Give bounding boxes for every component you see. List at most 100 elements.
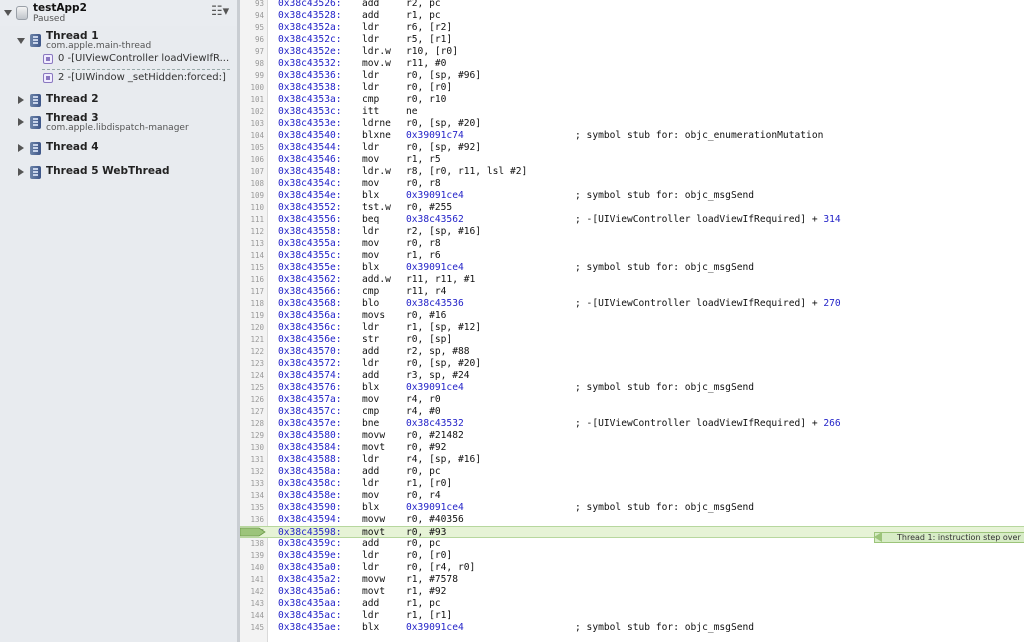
- comment-text: ; symbol stub for: objc_enumerationMutat…: [575, 130, 824, 141]
- instruction-row[interactable]: 132 0x38c4358a: add r0, pc: [240, 466, 1024, 478]
- branch-target: 0x39091ce4: [406, 262, 464, 273]
- line-number: 93: [254, 0, 264, 8]
- line-number: 134: [250, 491, 264, 500]
- instruction-operands: r0, r8: [406, 238, 441, 250]
- instruction-row[interactable]: 120 0x38c4356c: ldr r1, [sp, #12]: [240, 322, 1024, 334]
- instruction-mnemonic: ldr: [362, 562, 380, 573]
- instruction-row[interactable]: 121 0x38c4356e: str r0, [sp]: [240, 334, 1024, 346]
- stack-frame-0[interactable]: 0 -[UIViewController loadViewIfR...: [42, 52, 234, 68]
- instruction-row[interactable]: 94 0x38c43528: add r1, pc: [240, 10, 1024, 22]
- instruction-row[interactable]: 96 0x38c4352c: ldr r5, [r1]: [240, 34, 1024, 46]
- instruction-row[interactable]: 118 0x38c43568: blo 0x38c43536 ; -[UIViewCon…: [240, 298, 1024, 310]
- thread-filter-icon[interactable]: ☷▾: [211, 5, 229, 19]
- instruction-row[interactable]: 111 0x38c43556: beq 0x38c43562 ; -[UIViewCon…: [240, 214, 1024, 226]
- disclosure-closed-icon[interactable]: [18, 96, 24, 104]
- operands-text: r0, [sp, #20]: [406, 358, 482, 369]
- instruction-row[interactable]: 139 0x38c4359e: ldr r0, [r0]: [240, 550, 1024, 562]
- disassembly-editor[interactable]: 93 0x38c43526: add r2, pc 94 0x38c43528: add r1…: [240, 0, 1024, 642]
- instruction-row[interactable]: 124 0x38c43574: add r3, sp, #24: [240, 370, 1024, 382]
- instruction-row[interactable]: 105 0x38c43544: ldr r0, [sp, #92]: [240, 142, 1024, 154]
- instruction-row[interactable]: 107 0x38c43548: ldr.w r8, [r0, r11, lsl #2]: [240, 166, 1024, 178]
- instruction-comment: ; symbol stub for: objc_msgSend: [575, 382, 754, 394]
- line-number: 132: [250, 467, 264, 476]
- instruction-row[interactable]: 129 0x38c43580: movw r0, #21482: [240, 430, 1024, 442]
- instruction-row[interactable]: 122 0x38c43570: add r2, sp, #88: [240, 346, 1024, 358]
- instruction-row[interactable]: 103 0x38c4353e: ldrne r0, [sp, #20]: [240, 118, 1024, 130]
- operands-text: r1, [r1]: [406, 610, 453, 621]
- disclosure-closed-icon[interactable]: [18, 118, 24, 126]
- instruction-row[interactable]: 145 0x38c435ae: blx 0x39091ce4 ; symbol stub…: [240, 622, 1024, 634]
- instruction-row[interactable]: 114 0x38c4355c: mov r1, r6: [240, 250, 1024, 262]
- instruction-row[interactable]: 93 0x38c43526: add r2, pc: [240, 0, 1024, 10]
- operands-text: r0, r8: [406, 178, 441, 189]
- instruction-row[interactable]: 110 0x38c43552: tst.w r0, #255: [240, 202, 1024, 214]
- instruction-row[interactable]: 99 0x38c43536: ldr r0, [sp, #96]: [240, 70, 1024, 82]
- instruction-row[interactable]: 108 0x38c4354c: mov r0, r8: [240, 178, 1024, 190]
- line-number: 122: [250, 347, 264, 356]
- instruction-row[interactable]: 117 0x38c43566: cmp r11, r4: [240, 286, 1024, 298]
- instruction-row[interactable]: 119 0x38c4356a: movs r0, #16: [240, 310, 1024, 322]
- instruction-row[interactable]: 133 0x38c4358c: ldr r1, [r0]: [240, 478, 1024, 490]
- line-number: 101: [250, 95, 264, 104]
- instruction-operands: 0x39091ce4: [406, 382, 464, 394]
- operands-text: r1, r5: [406, 154, 441, 165]
- instruction-row[interactable]: 130 0x38c43584: movt r0, #92: [240, 442, 1024, 454]
- instruction-address: 0x38c4356a:: [278, 310, 342, 321]
- instruction-address: 0x38c43574:: [278, 370, 342, 381]
- line-number: 140: [250, 563, 264, 572]
- instruction-row[interactable]: 104 0x38c43540: blxne 0x39091c74 ; symbol st…: [240, 130, 1024, 142]
- process-row[interactable]: testApp2 Paused ☷▾: [0, 0, 237, 26]
- instruction-mnemonic: movw: [362, 430, 386, 441]
- thread-row-5[interactable]: Thread 5 WebThread: [0, 165, 237, 187]
- instruction-row[interactable]: 126 0x38c4357a: mov r4, r0: [240, 394, 1024, 406]
- instruction-row[interactable]: 106 0x38c43546: mov r1, r5: [240, 154, 1024, 166]
- line-number: 120: [250, 323, 264, 332]
- instruction-row[interactable]: 136 0x38c43594: movw r0, #40356: [240, 514, 1024, 526]
- operands-text: r0, pc: [406, 538, 441, 549]
- instruction-row[interactable]: 101 0x38c4353a: cmp r0, r10: [240, 94, 1024, 106]
- instruction-row[interactable]: 143 0x38c435aa: add r1, pc: [240, 598, 1024, 610]
- instruction-row[interactable]: 125 0x38c43576: blx 0x39091ce4 ; symbol stub…: [240, 382, 1024, 394]
- operands-text: r0, [r0]: [406, 82, 453, 93]
- disclosure-open-icon[interactable]: [4, 10, 12, 16]
- instruction-row[interactable]: 100 0x38c43538: ldr r0, [r0]: [240, 82, 1024, 94]
- instruction-row[interactable]: 141 0x38c435a2: movw r1, #7578: [240, 574, 1024, 586]
- instruction-row[interactable]: 127 0x38c4357c: cmp r4, #0: [240, 406, 1024, 418]
- instruction-row[interactable]: 115 0x38c4355e: blx 0x39091ce4 ; symbol stub…: [240, 262, 1024, 274]
- line-number: 110: [250, 203, 264, 212]
- operands-text: r0, [r0]: [406, 550, 453, 561]
- instruction-row[interactable]: 134 0x38c4358e: mov r0, r4: [240, 490, 1024, 502]
- program-counter-arrow-icon[interactable]: [240, 527, 266, 537]
- instruction-row[interactable]: 116 0x38c43562: add.w r11, r11, #1: [240, 274, 1024, 286]
- disclosure-closed-icon[interactable]: [18, 144, 24, 152]
- disclosure-open-icon[interactable]: [17, 38, 25, 44]
- instruction-row[interactable]: 128 0x38c4357e: bne 0x38c43532 ; -[UIViewCon…: [240, 418, 1024, 430]
- line-number: 116: [250, 275, 264, 284]
- operands-text: r1, r6: [406, 250, 441, 261]
- instruction-row[interactable]: 97 0x38c4352e: ldr.w r10, [r0]: [240, 46, 1024, 58]
- operands-text: r6, [r2]: [406, 22, 453, 33]
- branch-target: 0x38c43562: [406, 214, 464, 225]
- instruction-row[interactable]: 142 0x38c435a6: movt r1, #92: [240, 586, 1024, 598]
- stack-frame-2[interactable]: 2 -[UIWindow _setHidden:forced:]: [42, 71, 234, 87]
- instruction-row[interactable]: 95 0x38c4352a: ldr r6, [r2]: [240, 22, 1024, 34]
- thread-row-4[interactable]: Thread 4: [0, 141, 237, 163]
- instruction-row[interactable]: 135 0x38c43590: blx 0x39091ce4 ; symbol stub…: [240, 502, 1024, 514]
- instruction-row[interactable]: 109 0x38c4354e: blx 0x39091ce4 ; symbol stub…: [240, 190, 1024, 202]
- instruction-row[interactable]: 140 0x38c435a0: ldr r0, [r4, r0]: [240, 562, 1024, 574]
- instruction-row[interactable]: 112 0x38c43558: ldr r2, [sp, #16]: [240, 226, 1024, 238]
- instruction-row[interactable]: 113 0x38c4355a: mov r0, r8: [240, 238, 1024, 250]
- branch-target: 0x39091ce4: [406, 382, 464, 393]
- instruction-operands: r2, sp, #88: [406, 346, 470, 358]
- instruction-row[interactable]: 131 0x38c43588: ldr r4, [sp, #16]: [240, 454, 1024, 466]
- instruction-row[interactable]: 144 0x38c435ac: ldr r1, [r1]: [240, 610, 1024, 622]
- instruction-address: 0x38c435ae:: [278, 622, 342, 633]
- instruction-row[interactable]: 98 0x38c43532: mov.w r11, #0: [240, 58, 1024, 70]
- instruction-row[interactable]: 123 0x38c43572: ldr r0, [sp, #20]: [240, 358, 1024, 370]
- thread-row-3[interactable]: Thread 3 com.apple.libdispatch-manager: [0, 112, 237, 134]
- instruction-row[interactable]: 102 0x38c4353c: itt ne: [240, 106, 1024, 118]
- operands-text: r1, pc: [406, 10, 441, 21]
- thread-row-1[interactable]: Thread 1 com.apple.main-thread: [0, 30, 237, 52]
- instruction-operands: r2, pc: [406, 0, 441, 10]
- disclosure-closed-icon[interactable]: [18, 168, 24, 176]
